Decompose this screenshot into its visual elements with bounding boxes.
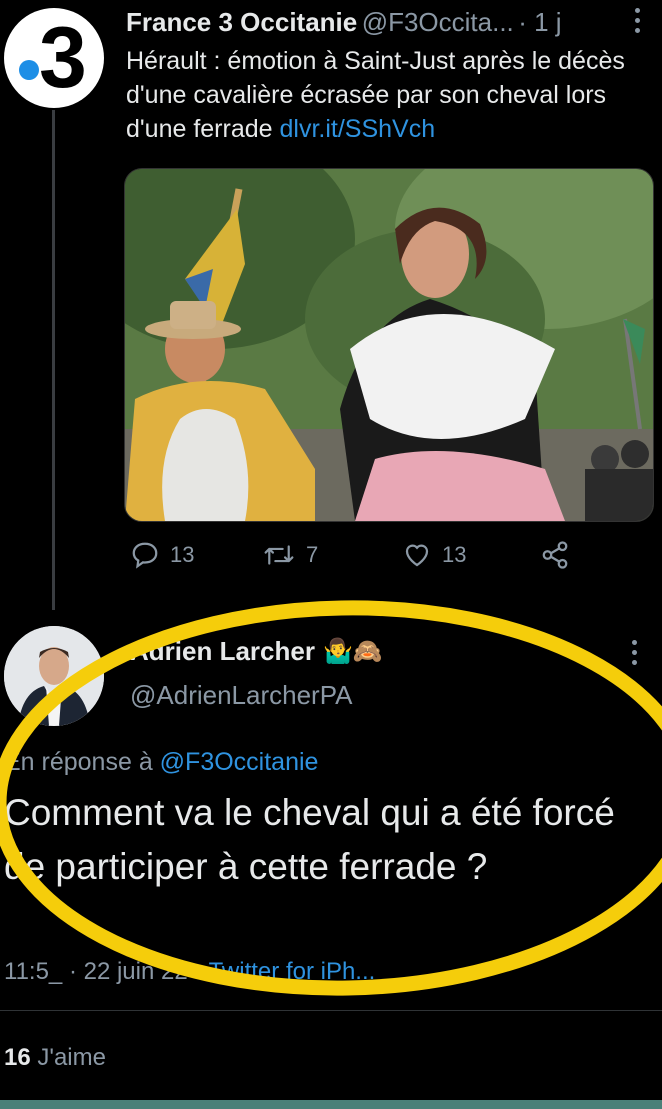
tweet1-header: France 3 Occitanie @F3Occita... · 1 j (126, 6, 562, 43)
tweet1-author-handle[interactable]: @F3Occita... (362, 7, 514, 37)
tweet2-text: Comment va le cheval qui a été forcé de … (4, 792, 615, 887)
tweet2-timestamp[interactable]: 11:5_ · 22 juin 22 · (4, 958, 202, 985)
reply-context: En réponse à @F3Occitanie (4, 748, 318, 777)
tweet2-name-row: Adrien Larcher 🤷‍♂️🙈 (130, 636, 383, 667)
avatar-portrait (4, 626, 104, 726)
reply-to-handle[interactable]: @F3Occitanie (160, 748, 319, 776)
bottom-strip (0, 1100, 662, 1109)
photo-illustration (125, 169, 653, 521)
divider (0, 1010, 662, 1011)
tweet2-author-emoji: 🤷‍♂️🙈 (322, 638, 383, 665)
tweet2-author-name[interactable]: Adrien Larcher (130, 636, 315, 667)
tweet1-more-icon[interactable] (630, 8, 644, 33)
tweet2-more-icon[interactable] (632, 640, 637, 665)
tweet1-text: Hérault : émotion à Saint-Just après le … (126, 44, 646, 146)
likes-total: 16 (4, 1044, 31, 1071)
likes-summary[interactable]: 16 J'aime (4, 1044, 106, 1072)
reply-count: 13 (170, 542, 195, 567)
france3-avatar[interactable]: 3 (4, 8, 104, 108)
reply-button[interactable]: 13 (130, 540, 194, 570)
retweet-button[interactable]: 7 (262, 540, 318, 570)
like-count: 13 (442, 542, 467, 567)
reply-prefix: En réponse à (4, 748, 153, 776)
share-button[interactable] (540, 540, 570, 570)
tweet1-time[interactable]: · 1 j (518, 7, 561, 37)
adrien-larcher-avatar[interactable] (4, 626, 104, 726)
heart-icon (405, 544, 429, 567)
tweet1-author-name[interactable]: France 3 Occitanie (126, 7, 357, 37)
like-button[interactable]: 13 (402, 540, 466, 570)
tweet2-author-handle[interactable]: @AdrienLarcherPA (130, 680, 352, 711)
thread-connector-line (52, 110, 55, 610)
reply-icon (132, 542, 158, 569)
share-icon (542, 541, 568, 569)
tweet2-meta: 11:5_ · 22 juin 22 · Twitter for iPh... (4, 958, 375, 986)
logo-number: 3 (39, 10, 87, 106)
tweet1-link[interactable]: dlvr.it/SShVch (280, 115, 436, 143)
tweet1-photo[interactable] (124, 168, 654, 522)
likes-label: J'aime (37, 1044, 106, 1071)
tweet2-source[interactable]: Twitter for iPh... (209, 958, 376, 985)
logo-dot (19, 60, 39, 80)
retweet-icon (264, 545, 294, 565)
retweet-count: 7 (306, 542, 319, 567)
